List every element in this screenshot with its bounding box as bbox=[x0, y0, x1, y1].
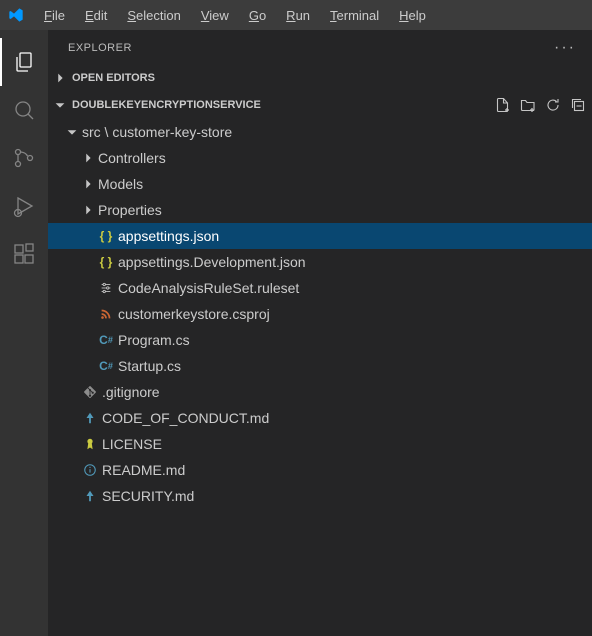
chevron-right-icon bbox=[52, 71, 68, 85]
menu-help[interactable]: Help bbox=[391, 5, 434, 26]
file-label: README.md bbox=[100, 462, 185, 478]
folder-models[interactable]: Models bbox=[48, 171, 592, 197]
file-startup-cs[interactable]: C# Startup.cs bbox=[48, 353, 592, 379]
chevron-right-icon bbox=[80, 177, 96, 191]
open-editors-label: Open Editors bbox=[72, 72, 155, 84]
folder-controllers[interactable]: Controllers bbox=[48, 145, 592, 171]
file-appsettings-dev-json[interactable]: { } appsettings.Development.json bbox=[48, 249, 592, 275]
activity-extensions[interactable] bbox=[0, 230, 48, 278]
folder-label: Properties bbox=[96, 202, 162, 218]
file-label: SECURITY.md bbox=[100, 488, 194, 504]
folder-src[interactable]: src \ customer-key-store bbox=[48, 119, 592, 145]
license-icon bbox=[80, 437, 100, 451]
git-icon bbox=[80, 385, 100, 399]
chevron-right-icon bbox=[80, 151, 96, 165]
settings-icon bbox=[96, 281, 116, 295]
csharp-icon: C# bbox=[96, 359, 116, 373]
rss-icon bbox=[96, 307, 116, 321]
activity-run-debug[interactable] bbox=[0, 182, 48, 230]
folder-label: Controllers bbox=[96, 150, 166, 166]
activity-explorer[interactable] bbox=[0, 38, 48, 86]
json-icon: { } bbox=[96, 255, 116, 269]
file-ruleset[interactable]: CodeAnalysisRuleSet.ruleset bbox=[48, 275, 592, 301]
markdown-icon bbox=[80, 411, 100, 425]
chevron-down-icon bbox=[52, 98, 68, 112]
menu-terminal[interactable]: Terminal bbox=[322, 5, 387, 26]
sidebar-title: Explorer bbox=[68, 42, 132, 54]
activity-bar bbox=[0, 30, 48, 636]
folder-label: Models bbox=[96, 176, 143, 192]
menu-selection[interactable]: Selection bbox=[119, 5, 188, 26]
new-folder-icon[interactable] bbox=[520, 97, 536, 113]
chevron-down-icon bbox=[64, 125, 80, 139]
sidebar-title-row: Explorer ··· bbox=[48, 30, 592, 65]
project-name-label: DoubleKeyEncryptionService bbox=[72, 99, 261, 111]
file-label: appsettings.Development.json bbox=[116, 254, 306, 270]
file-label: appsettings.json bbox=[116, 228, 219, 244]
file-readme[interactable]: README.md bbox=[48, 457, 592, 483]
file-label: Program.cs bbox=[116, 332, 190, 348]
menu-file[interactable]: File bbox=[36, 5, 73, 26]
file-tree: src \ customer-key-store Controllers Mod… bbox=[48, 119, 592, 509]
file-label: Startup.cs bbox=[116, 358, 181, 374]
menu-edit[interactable]: Edit bbox=[77, 5, 115, 26]
vscode-logo-icon bbox=[8, 7, 24, 23]
file-label: .gitignore bbox=[100, 384, 160, 400]
menu-run[interactable]: Run bbox=[278, 5, 318, 26]
file-csproj[interactable]: customerkeystore.csproj bbox=[48, 301, 592, 327]
file-appsettings-json[interactable]: { } appsettings.json bbox=[48, 223, 592, 249]
file-code-of-conduct[interactable]: CODE_OF_CONDUCT.md bbox=[48, 405, 592, 431]
activity-source-control[interactable] bbox=[0, 134, 48, 182]
explorer-actions bbox=[495, 97, 586, 113]
file-label: customerkeystore.csproj bbox=[116, 306, 270, 322]
file-program-cs[interactable]: C# Program.cs bbox=[48, 327, 592, 353]
new-file-icon[interactable] bbox=[495, 97, 511, 113]
file-label: CODE_OF_CONDUCT.md bbox=[100, 410, 269, 426]
markdown-icon bbox=[80, 489, 100, 503]
info-icon bbox=[80, 463, 100, 477]
file-label: LICENSE bbox=[100, 436, 162, 452]
file-security[interactable]: SECURITY.md bbox=[48, 483, 592, 509]
project-section-header[interactable]: DoubleKeyEncryptionService bbox=[48, 91, 592, 119]
menu-view[interactable]: View bbox=[193, 5, 237, 26]
more-actions-icon[interactable]: ··· bbox=[554, 39, 576, 57]
menu-go[interactable]: Go bbox=[241, 5, 274, 26]
title-bar: File Edit Selection View Go Run Terminal… bbox=[0, 0, 592, 30]
file-label: CodeAnalysisRuleSet.ruleset bbox=[116, 280, 299, 296]
open-editors-section[interactable]: Open Editors bbox=[48, 65, 592, 91]
csharp-icon: C# bbox=[96, 333, 116, 347]
file-gitignore[interactable]: .gitignore bbox=[48, 379, 592, 405]
explorer-sidebar: Explorer ··· Open Editors DoubleKeyEncry… bbox=[48, 30, 592, 636]
folder-properties[interactable]: Properties bbox=[48, 197, 592, 223]
activity-search[interactable] bbox=[0, 86, 48, 134]
file-license[interactable]: LICENSE bbox=[48, 431, 592, 457]
chevron-right-icon bbox=[80, 203, 96, 217]
collapse-all-icon[interactable] bbox=[570, 97, 586, 113]
folder-label: src \ customer-key-store bbox=[80, 124, 232, 140]
refresh-icon[interactable] bbox=[545, 97, 561, 113]
json-icon: { } bbox=[96, 229, 116, 243]
